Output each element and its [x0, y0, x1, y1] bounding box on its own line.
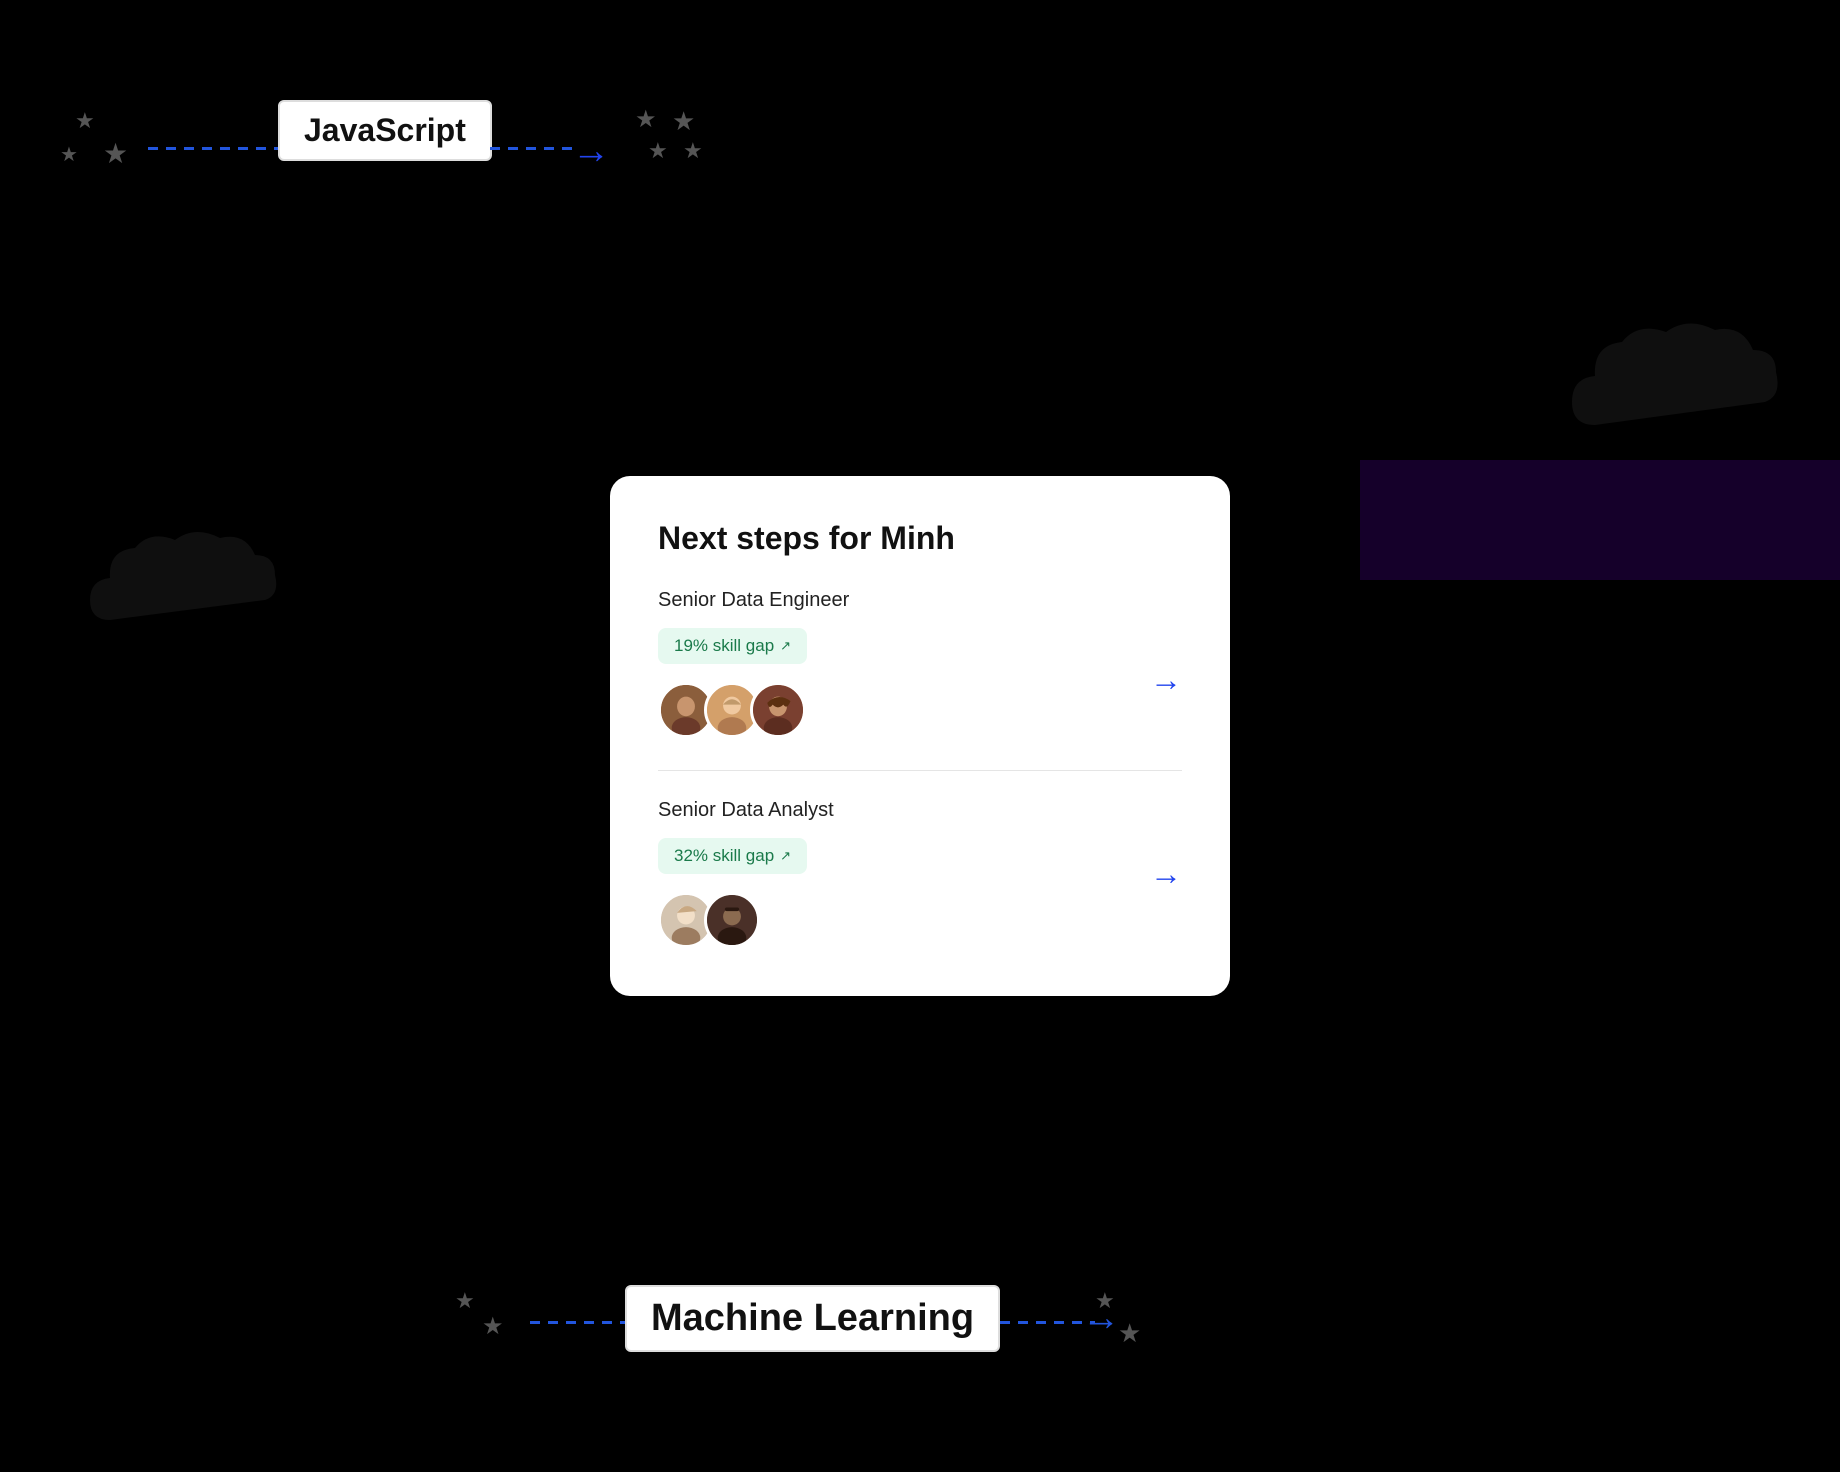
- avatar-3: [750, 682, 806, 738]
- ml-arrow-icon: →: [1082, 1297, 1120, 1340]
- star-icon-5: ★: [672, 108, 695, 134]
- next-steps-card: Next steps for Minh Senior Data Engineer…: [610, 476, 1230, 996]
- role-title-analyst: Senior Data Analyst: [658, 799, 1182, 822]
- star-icon-4: ★: [635, 108, 657, 132]
- skill-gap-badge-engineer[interactable]: 19% skill gap ↗: [658, 628, 807, 664]
- card-title: Next steps for Minh: [658, 520, 1182, 557]
- star-icon-3: ★: [60, 145, 78, 165]
- star-icon-6: ★: [648, 140, 668, 162]
- avatar-5: [704, 892, 760, 948]
- dashed-line-top-left: [148, 147, 278, 150]
- star-icon-2: ★: [103, 140, 128, 168]
- skill-gap-text-analyst: 32% skill gap: [674, 846, 774, 866]
- dashed-line-ml-left: [530, 1321, 628, 1324]
- top-arrow-icon: →: [572, 130, 610, 173]
- bottom-section: Machine Learning →: [0, 1172, 1840, 1472]
- javascript-label: JavaScript: [304, 112, 466, 148]
- role-section-engineer: Senior Data Engineer 19% skill gap ↗: [658, 589, 1182, 771]
- skill-gap-badge-analyst[interactable]: 32% skill gap ↗: [658, 838, 807, 874]
- machine-learning-skill-box: Machine Learning: [625, 1285, 1000, 1352]
- cloud-icon-left: [70, 520, 290, 655]
- dark-stripe: [1360, 460, 1840, 580]
- avatars-engineer: [658, 682, 1182, 738]
- javascript-skill-box: JavaScript: [278, 100, 492, 161]
- external-link-icon-analyst: ↗: [780, 848, 791, 864]
- navigate-arrow-analyst[interactable]: →: [1150, 855, 1182, 892]
- role-section-analyst: Senior Data Analyst 32% skill gap ↗: [658, 799, 1182, 948]
- cloud-icon-right-top: [1550, 310, 1790, 465]
- avatars-analyst: [658, 892, 1182, 948]
- skill-gap-text-engineer: 19% skill gap: [674, 636, 774, 656]
- star-icon-1: ★: [75, 110, 95, 132]
- external-link-icon-engineer: ↗: [780, 638, 791, 654]
- role-title-engineer: Senior Data Engineer: [658, 589, 1182, 612]
- navigate-arrow-engineer[interactable]: →: [1150, 661, 1182, 698]
- dashed-line-ml-right: [1000, 1321, 1095, 1324]
- dashed-line-top-right: [490, 147, 580, 150]
- star-icon-7: ★: [683, 140, 703, 162]
- machine-learning-label: Machine Learning: [651, 1297, 974, 1339]
